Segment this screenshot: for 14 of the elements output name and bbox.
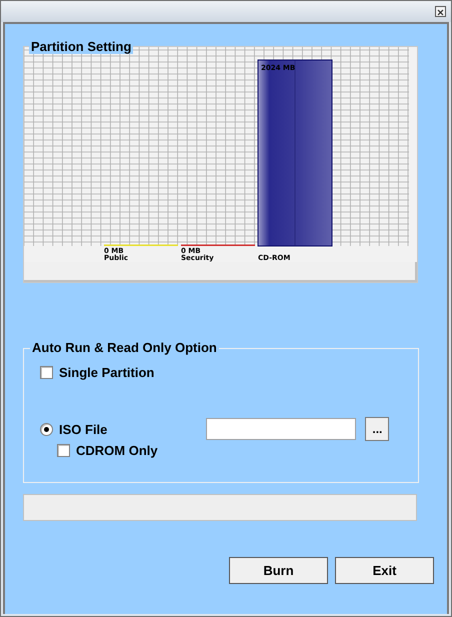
action-button[interactable]: Exit (335, 557, 434, 584)
option-label[interactable]: CDROM Only (76, 443, 158, 458)
file-path-field[interactable] (206, 418, 356, 440)
close-icon (436, 7, 445, 18)
checkbox[interactable] (57, 444, 70, 457)
close-button[interactable] (435, 6, 446, 17)
action-button[interactable]: Burn (229, 557, 328, 584)
browse-button[interactable]: ... (365, 417, 390, 441)
group-title: Partition Setting (29, 39, 134, 54)
option-label[interactable]: Single Partition (59, 365, 154, 380)
radio-button[interactable] (40, 422, 53, 436)
checkbox[interactable] (40, 366, 53, 379)
option-label[interactable]: ISO File (59, 422, 108, 436)
group-title: Auto Run & Read Only Option (30, 340, 219, 355)
